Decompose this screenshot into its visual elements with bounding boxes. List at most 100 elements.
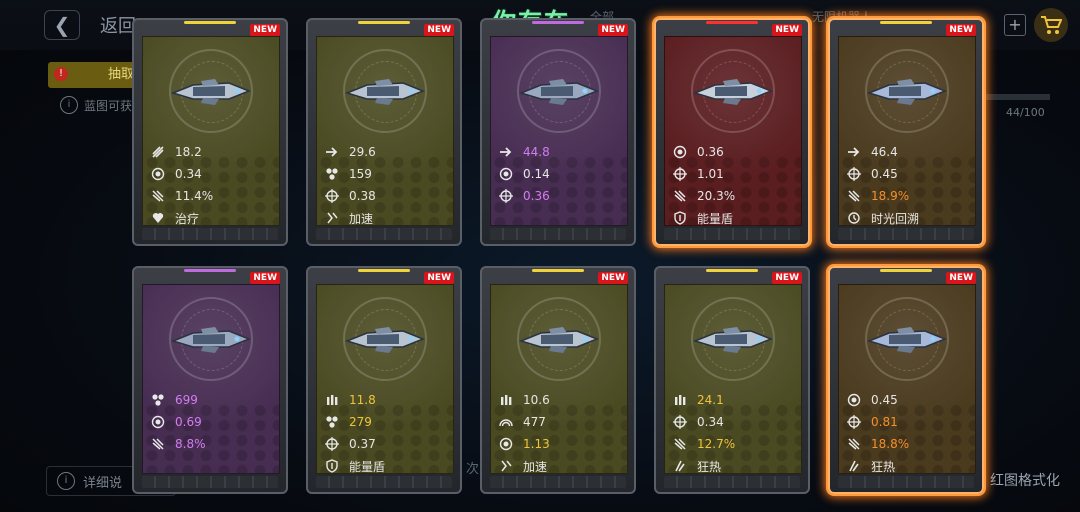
rarity-bar [184,269,236,272]
stat-row: 279 [325,411,449,433]
new-badge: NEW [424,24,454,36]
stat-row: 159 [325,163,449,185]
stats-list: 44.8 0.14 0.36 [499,141,623,207]
stat-row: 0.45 [847,163,971,185]
new-badge: NEW [946,272,976,284]
rarity-bar [706,21,758,24]
ship-icon [518,77,600,107]
ship-card-10[interactable]: NEW 0.45 0.81 18.8% 狂热 [828,266,984,494]
stat-value: 8.8% [175,437,206,451]
rarity-bar [358,269,410,272]
new-badge: NEW [250,272,280,284]
cooldown-icon [673,145,687,159]
stat-value: 477 [523,415,546,429]
crit-icon [673,189,687,203]
stat-row: 11.4% [151,185,275,207]
stat-value: 0.45 [871,393,898,407]
card-panel: 10.6 477 1.13 加速 [490,284,628,474]
card-panel: 0.45 0.81 18.8% 狂热 [838,284,976,474]
heal-icon [151,211,165,225]
ship-card-9[interactable]: NEW 24.1 0.34 12.7% 狂热 [654,266,810,494]
details-label: 详细说 [83,475,123,491]
stat-row: 加速 [499,455,623,477]
stat-value: 0.81 [871,415,898,429]
stat-value: 狂热 [871,459,896,474]
ship-card-1[interactable]: NEW 18.2 0.34 11.4% 治疗 [132,18,288,246]
stat-row: 18.9% [847,185,971,207]
card-panel: 46.4 0.45 18.9% 时光回溯 [838,36,976,226]
card-panel: 11.8 279 0.37 能量盾 [316,284,454,474]
berserk-icon [847,459,861,473]
stat-value: 能量盾 [697,211,734,226]
stat-value: 0.14 [523,167,550,181]
crit-icon [673,437,687,451]
stat-value: 11.4% [175,189,214,203]
stat-row: 治疗 [151,207,275,229]
tab-draw[interactable]: ! 抽取 [48,62,138,88]
stat-value: 0.37 [349,437,376,451]
card-footer [142,476,278,488]
info-icon: i [57,472,75,490]
cooldown-icon [151,415,165,429]
stat-row: 1.01 [673,163,797,185]
stats-list: 24.1 0.34 12.7% 狂热 [673,389,797,477]
berserk-icon [673,459,687,473]
stats-list: 46.4 0.45 18.9% 时光回溯 [847,141,971,229]
collection-progress-bar [980,94,1050,100]
stat-value: 279 [349,415,372,429]
rarity-bar [706,269,758,272]
stat-value: 0.38 [349,189,376,203]
ship-card-6[interactable]: NEW 699 0.69 8.8% [132,266,288,494]
stat-value: 11.8 [349,393,376,407]
speed-icon [499,145,513,159]
format-button[interactable]: 红图格式化 [990,470,1060,490]
cart-icon[interactable] [1034,8,1068,42]
ship-icon [692,77,774,107]
ship-card-8[interactable]: NEW 10.6 477 1.13 加速 [480,266,636,494]
stats-list: 699 0.69 8.8% [151,389,275,455]
stat-value: 29.6 [349,145,376,159]
ship-icon [170,325,252,355]
stat-row: 10.6 [499,389,623,411]
stat-row: 0.81 [847,411,971,433]
ship-icon [866,77,948,107]
card-footer [490,228,626,240]
ammo-icon [325,393,339,407]
rarity-bar [880,269,932,272]
rarity-bar [532,269,584,272]
stat-row: 18.8% [847,433,971,455]
new-badge: NEW [772,24,802,36]
stats-list: 0.36 1.01 20.3% 能量盾 [673,141,797,229]
back-label[interactable]: 返回 [100,12,136,38]
stat-row: 0.69 [151,411,275,433]
stat-row: 0.34 [151,163,275,185]
accuracy-icon [847,415,861,429]
stat-value: 1.01 [697,167,724,181]
new-badge: NEW [772,272,802,284]
card-footer [142,228,278,240]
ammo-icon [499,393,513,407]
back-button[interactable]: ❮ [44,10,80,40]
stat-value: 46.4 [871,145,898,159]
boost-icon [499,459,513,473]
add-button[interactable]: + [1004,14,1026,36]
card-panel: 44.8 0.14 0.36 [490,36,628,226]
ship-card-2[interactable]: NEW 29.6 159 0.38 加速 [306,18,462,246]
stat-row: 699 [151,389,275,411]
accuracy-icon [325,437,339,451]
rarity-bar [358,21,410,24]
new-badge: NEW [598,272,628,284]
ship-card-3[interactable]: NEW 44.8 0.14 0.36 [480,18,636,246]
stat-row: 0.36 [673,141,797,163]
stat-value: 时光回溯 [871,211,920,226]
accuracy-icon [847,167,861,181]
card-footer [838,228,974,240]
ship-card-5[interactable]: NEW 46.4 0.45 18.9% 时光回溯 [828,18,984,246]
stat-row: 0.45 [847,389,971,411]
ship-card-7[interactable]: NEW 11.8 279 0.37 能量盾 [306,266,462,494]
shield-icon [673,211,687,225]
rewind-icon [847,211,861,225]
ship-card-4[interactable]: NEW 0.36 1.01 20.3% 能量盾 [654,18,810,246]
new-badge: NEW [250,24,280,36]
ship-icon [866,325,948,355]
